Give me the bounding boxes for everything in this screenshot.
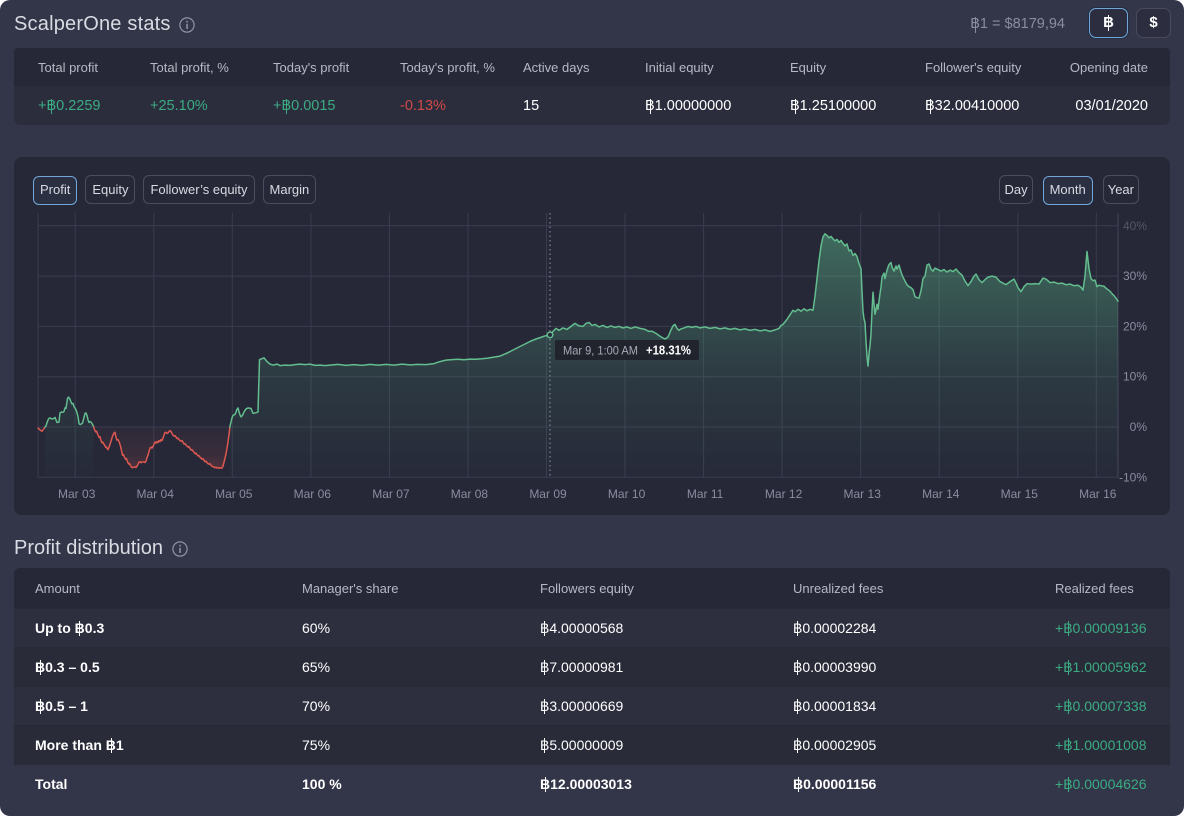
svg-text:Mar 10: Mar 10 — [608, 487, 646, 501]
svg-text:Mar 13: Mar 13 — [844, 487, 882, 501]
svg-text:20%: 20% — [1123, 319, 1147, 333]
svg-text:+18.31%: +18.31% — [646, 344, 691, 358]
svg-text:-10%: -10% — [1119, 470, 1147, 484]
svg-text:Mar 03: Mar 03 — [58, 487, 96, 501]
svg-text:Mar 9, 1:00 AM: Mar 9, 1:00 AM — [563, 344, 638, 358]
svg-text:Mar 04: Mar 04 — [137, 487, 175, 501]
svg-text:0%: 0% — [1130, 420, 1148, 434]
svg-text:Mar 16: Mar 16 — [1079, 487, 1117, 501]
svg-text:Mar 09: Mar 09 — [529, 487, 567, 501]
svg-text:Mar 05: Mar 05 — [215, 487, 253, 501]
svg-text:Mar 06: Mar 06 — [294, 487, 332, 501]
svg-text:Mar 14: Mar 14 — [922, 487, 960, 501]
svg-text:Mar 07: Mar 07 — [372, 487, 410, 501]
svg-text:Mar 15: Mar 15 — [1001, 487, 1039, 501]
svg-text:Mar 08: Mar 08 — [451, 487, 489, 501]
svg-text:40%: 40% — [1123, 219, 1147, 233]
svg-text:10%: 10% — [1123, 370, 1147, 384]
svg-text:30%: 30% — [1123, 269, 1147, 283]
svg-text:Mar 11: Mar 11 — [687, 487, 724, 501]
svg-text:Mar 12: Mar 12 — [765, 487, 803, 501]
